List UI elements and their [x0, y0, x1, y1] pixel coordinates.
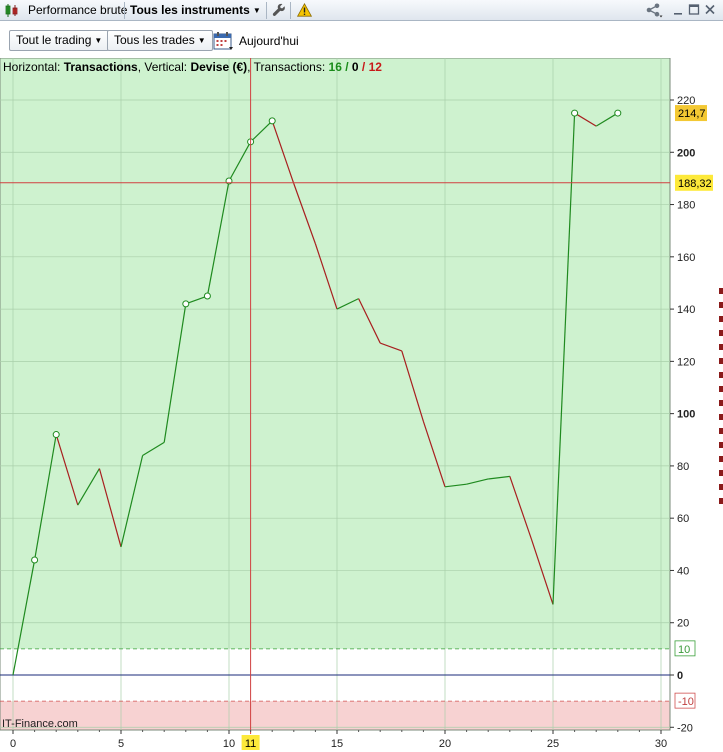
tab-separator: [266, 2, 267, 19]
vertical-value: Devise (€): [190, 60, 248, 74]
watermark: IT-Finance.com: [2, 718, 78, 730]
caret-down-icon: ▼: [94, 36, 103, 45]
y-tick-label: 100: [677, 409, 695, 421]
cursor-x-label: 11: [245, 738, 256, 750]
guide-label: 10: [678, 644, 690, 656]
y-tick-label: 160: [677, 252, 695, 264]
guide-label: -10: [678, 696, 694, 708]
horizontal-label: Horizontal:: [3, 60, 61, 74]
trading-scope-label: Tout le trading: [16, 33, 92, 47]
y-tick-label: 80: [677, 461, 689, 473]
tab-instruments-dropdown[interactable]: Tous les instruments ▼: [130, 0, 261, 21]
close-icon[interactable]: [704, 3, 716, 16]
equity-point-marker: [203, 292, 211, 300]
share-icon[interactable]: [645, 3, 663, 18]
winning-trades-count: 16: [328, 60, 342, 74]
equity-point-marker: [182, 300, 190, 308]
profit-zone: [0, 58, 670, 649]
y-tick-label: -20: [677, 722, 693, 734]
y-tick-label: 0: [677, 670, 683, 682]
horizontal-value: Transactions: [63, 60, 138, 74]
last-value-label: 214,7: [678, 108, 706, 120]
maximize-icon[interactable]: [688, 3, 700, 16]
equity-point-marker: [52, 431, 60, 439]
equity-curve-chart[interactable]: 10 -10 11 188,32 214,7 0 5 10 15 20 25 30 -20 0 20 40…: [0, 58, 723, 752]
x-tick-label: 0: [10, 738, 16, 750]
chart-info-line: Horizontal: Transactions, Vertical: Devi…: [3, 60, 382, 74]
warning-icon[interactable]: [297, 3, 312, 17]
tab-bar: Performance brute Tous les instruments ▼: [0, 0, 723, 21]
y-tick-label: 140: [677, 304, 695, 316]
chart-canvas: 10 -10 11 188,32 214,7 0 5 10 15 20 25 30 -20 0 20 40…: [0, 58, 713, 750]
losing-trades-count: 12: [368, 60, 382, 74]
equity-point-marker: [31, 556, 39, 564]
transactions-label: Transactions:: [253, 60, 326, 74]
x-tick-label: 15: [331, 738, 343, 750]
tab-separator: [124, 2, 125, 19]
caret-down-icon: ▼: [197, 36, 206, 45]
trades-filter-label: Tous les trades: [114, 33, 195, 47]
x-tick-label: 30: [655, 738, 667, 750]
caret-down-icon: ▼: [252, 6, 261, 15]
candlestick-chart-icon: [5, 4, 18, 17]
y-tick-label: 40: [677, 565, 689, 577]
wrench-icon[interactable]: [272, 3, 286, 17]
y-tick-label: 220: [677, 95, 695, 107]
trading-scope-dropdown[interactable]: Tout le trading ▼: [9, 30, 110, 51]
tab-instruments-label: Tous les instruments: [130, 3, 250, 17]
date-range-label[interactable]: Aujourd'hui: [239, 34, 299, 48]
y-tick-label: 180: [677, 200, 695, 212]
x-tick-label: 10: [223, 738, 235, 750]
equity-point-marker: [268, 117, 276, 125]
equity-point-marker: [571, 109, 579, 117]
minimize-icon[interactable]: [672, 3, 684, 16]
tab-performance-brute[interactable]: Performance brute: [28, 0, 127, 21]
loss-zone: [0, 701, 670, 730]
y-tick-label: 20: [677, 618, 689, 630]
neutral-trades-count: 0: [351, 60, 359, 74]
calendar-icon[interactable]: [213, 31, 234, 51]
x-tick-label: 20: [439, 738, 451, 750]
y-tick-label: 60: [677, 513, 689, 525]
y-tick-label: 200: [677, 147, 695, 159]
x-tick-label: 5: [118, 738, 124, 750]
cursor-y-label: 188,32: [678, 178, 712, 190]
scrollbar-marks: [719, 288, 723, 508]
tab-separator: [290, 2, 291, 19]
toolbar: Tout le trading ▼ Tous les trades ▼ Aujour…: [0, 21, 723, 58]
y-tick-label: 120: [677, 356, 695, 368]
equity-point-marker: [614, 109, 622, 117]
trades-filter-dropdown[interactable]: Tous les trades ▼: [107, 30, 213, 51]
x-tick-label: 25: [547, 738, 559, 750]
vertical-label: Vertical:: [144, 60, 188, 74]
